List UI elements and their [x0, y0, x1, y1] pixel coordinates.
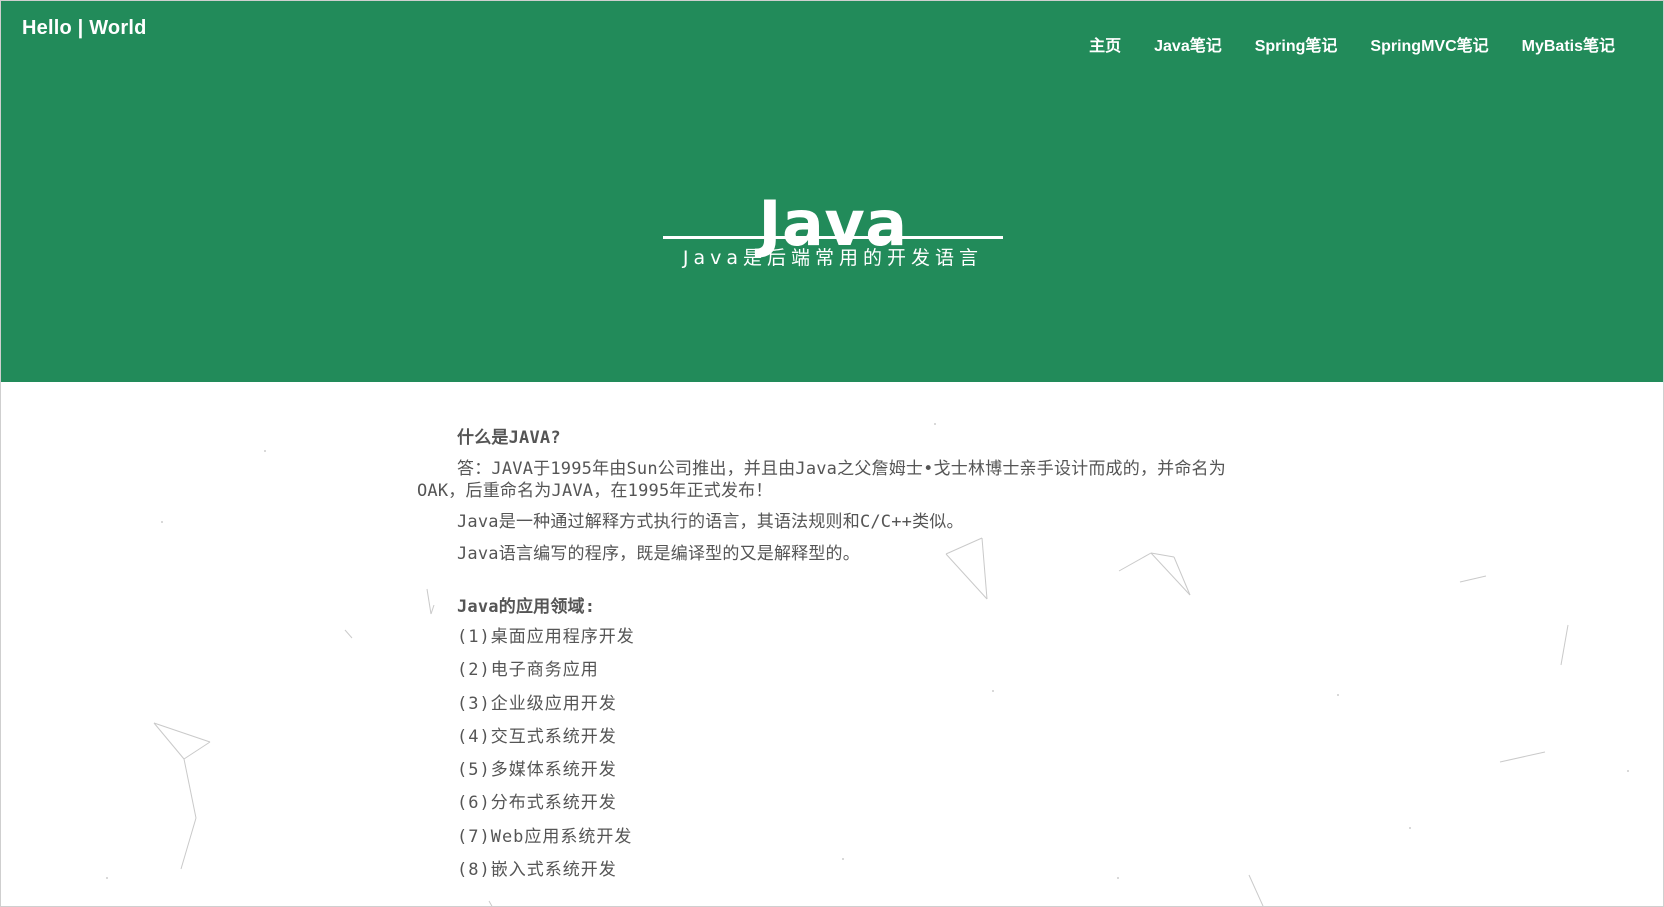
- main-navigation: 主页 Java笔记 Spring笔记 SpringMVC笔记 MyBatis笔记: [1089, 32, 1615, 56]
- title-underline: [663, 236, 1003, 239]
- nav-mybatis-notes-link[interactable]: MyBatis笔记: [1522, 32, 1615, 56]
- java-applications-heading: Java的应用领域:: [457, 596, 596, 617]
- nav-springmvc-notes-link[interactable]: SpringMVC笔记: [1370, 32, 1488, 56]
- article-content: 什么是JAVA? 答：JAVA于1995年由Sun公司推出，并且由Java之父詹…: [417, 428, 1237, 893]
- nav-home-link[interactable]: 主页: [1089, 32, 1121, 56]
- nav-spring-notes-link[interactable]: Spring笔记: [1255, 32, 1338, 56]
- what-is-java-heading: 什么是JAVA?: [457, 428, 561, 448]
- application-list-item: (4)交互式系统开发: [457, 726, 617, 747]
- page: Hello | World 主页 Java笔记 Spring笔记 SpringM…: [0, 0, 1664, 907]
- application-list-item: (3)企业级应用开发: [457, 693, 617, 714]
- application-list-item: (1)桌面应用程序开发: [457, 627, 635, 648]
- application-list-item: (8)嵌入式系统开发: [457, 859, 617, 880]
- application-list-item: (2)电子商务应用: [457, 660, 599, 681]
- java-compile-interpret-description: Java语言编写的程序，既是编译型的又是解释型的。: [457, 543, 860, 564]
- application-list-item: (5)多媒体系统开发: [457, 760, 617, 781]
- java-history-answer: 答：JAVA于1995年由Sun公司推出，并且由Java之父詹姆士•戈士林博士亲…: [417, 459, 1226, 502]
- page-subtitle: Java是后端常用的开发语言: [682, 247, 984, 269]
- nav-java-notes-link[interactable]: Java笔记: [1154, 32, 1222, 56]
- application-list-item: (7)Web应用系统开发: [457, 826, 633, 847]
- application-list-item: (6)分布式系统开发: [457, 793, 617, 814]
- hero-banner: Hello | World 主页 Java笔记 Spring笔记 SpringM…: [1, 1, 1663, 382]
- site-brand-link[interactable]: Hello | World: [22, 17, 147, 40]
- java-applications-list: (1)桌面应用程序开发 (2)电子商务应用 (3)企业级应用开发 (4)交互式系…: [417, 627, 1237, 881]
- java-syntax-description: Java是一种通过解释方式执行的语言，其语法规则和C/C++类似。: [457, 512, 964, 533]
